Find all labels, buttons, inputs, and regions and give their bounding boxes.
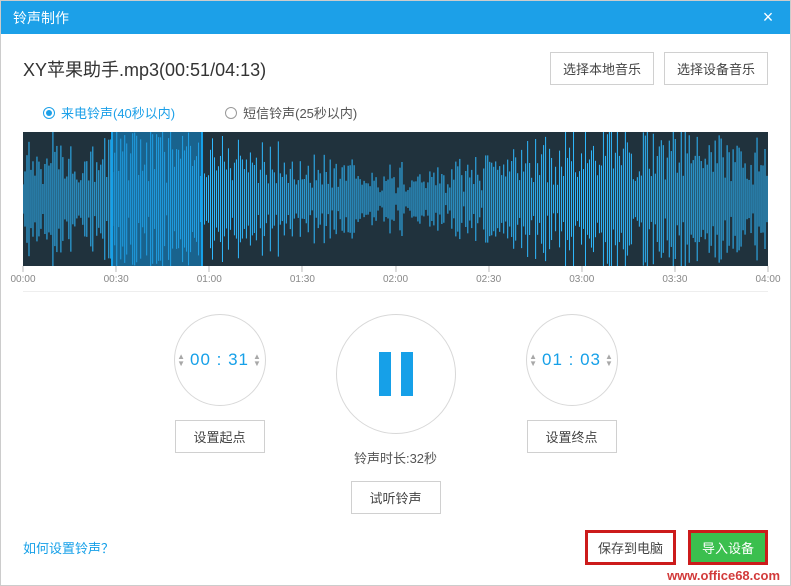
content-area: XY苹果助手.mp3(00:51/04:13) 选择本地音乐 选择设备音乐 来电… — [1, 34, 790, 514]
timeline-tick: 03:30 — [662, 266, 687, 285]
radio-call-ringtone[interactable]: 来电铃声(40秒以内) — [43, 103, 175, 122]
pause-icon — [379, 352, 413, 396]
end-point-column: ▲▼ 01 : 03 ▲▼ 设置终点 — [526, 314, 618, 514]
save-to-pc-button[interactable]: 保存到电脑 — [585, 530, 676, 565]
set-end-button[interactable]: 设置终点 — [527, 420, 617, 453]
stepper-icon[interactable]: ▲▼ — [529, 353, 538, 367]
select-local-music-button[interactable]: 选择本地音乐 — [550, 52, 654, 85]
close-icon[interactable]: × — [758, 7, 778, 28]
file-name-label: XY苹果助手.mp3(00:51/04:13) — [23, 56, 266, 82]
stepper-icon[interactable]: ▲▼ — [605, 353, 614, 367]
timeline-tick: 00:30 — [104, 266, 129, 285]
radio-dot-icon — [225, 107, 237, 119]
radio-call-label: 来电铃声(40秒以内) — [61, 103, 175, 122]
radio-sms-label: 短信铃声(25秒以内) — [243, 103, 357, 122]
preview-ringtone-button[interactable]: 试听铃声 — [351, 481, 441, 514]
timeline-tick: 02:00 — [383, 266, 408, 285]
timeline-tick: 00:00 — [10, 266, 35, 285]
timeline-tick: 02:30 — [476, 266, 501, 285]
waveform-area[interactable] — [23, 132, 768, 266]
duration-label: 铃声时长:32秒 — [354, 448, 437, 467]
end-time-circle[interactable]: ▲▼ 01 : 03 ▲▼ — [526, 314, 618, 406]
help-link[interactable]: 如何设置铃声？ — [23, 538, 114, 557]
file-source-buttons: 选择本地音乐 选择设备音乐 — [550, 52, 768, 85]
import-to-device-button[interactable]: 导入设备 — [688, 530, 768, 565]
start-point-column: ▲▼ 00 : 31 ▲▼ 设置起点 — [174, 314, 266, 514]
start-time-value: 00 : 31 — [190, 350, 249, 370]
timeline-tick: 01:00 — [197, 266, 222, 285]
selection-range[interactable] — [111, 132, 203, 266]
ringtone-maker-window: 铃声制作 × XY苹果助手.mp3(00:51/04:13) 选择本地音乐 选择… — [0, 0, 791, 586]
end-time-value: 01 : 03 — [542, 350, 601, 370]
set-start-button[interactable]: 设置起点 — [175, 420, 265, 453]
stepper-icon[interactable]: ▲▼ — [253, 353, 262, 367]
radio-dot-icon — [43, 107, 55, 119]
play-column: 铃声时长:32秒 试听铃声 — [336, 314, 456, 514]
radio-sms-ringtone[interactable]: 短信铃声(25秒以内) — [225, 103, 357, 122]
footer-buttons: 保存到电脑 导入设备 — [585, 530, 768, 565]
timeline-tick: 01:30 — [290, 266, 315, 285]
timeline-ruler: 00:0000:3001:0001:3002:0002:3003:0003:30… — [23, 266, 768, 292]
titlebar[interactable]: 铃声制作 × — [1, 1, 790, 34]
select-device-music-button[interactable]: 选择设备音乐 — [664, 52, 768, 85]
ringtone-type-radios: 来电铃声(40秒以内) 短信铃声(25秒以内) — [23, 99, 768, 132]
file-row: XY苹果助手.mp3(00:51/04:13) 选择本地音乐 选择设备音乐 — [23, 52, 768, 85]
playback-controls: ▲▼ 00 : 31 ▲▼ 设置起点 铃声时长:32秒 试听铃声 ▲▼ — [23, 314, 768, 514]
stepper-icon[interactable]: ▲▼ — [177, 353, 186, 367]
timeline-tick: 04:00 — [755, 266, 780, 285]
timeline-tick: 03:00 — [569, 266, 594, 285]
window-title: 铃声制作 — [13, 8, 69, 28]
footer: 如何设置铃声？ 保存到电脑 导入设备 — [1, 514, 790, 585]
start-time-circle[interactable]: ▲▼ 00 : 31 ▲▼ — [174, 314, 266, 406]
play-pause-button[interactable] — [336, 314, 456, 434]
